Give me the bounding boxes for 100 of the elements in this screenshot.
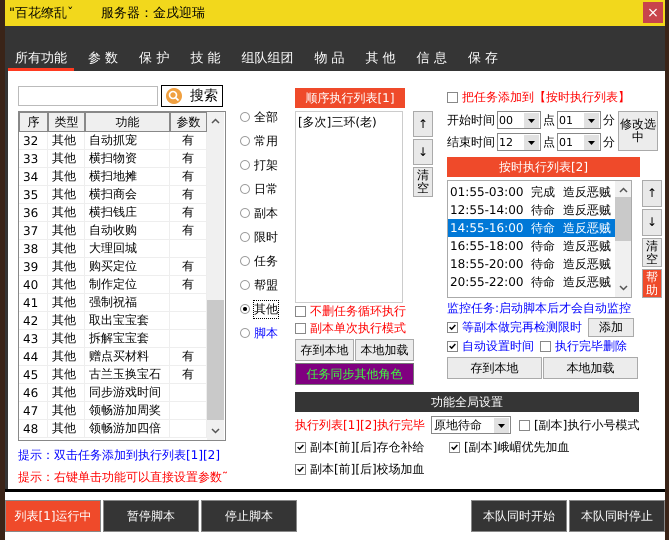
search-button[interactable]: 搜索	[161, 85, 223, 108]
table-cell: 强制祝福	[85, 294, 170, 312]
checkbox[interactable]	[295, 323, 306, 334]
tab[interactable]: 保 存	[460, 47, 505, 72]
radio-label[interactable]: 日常	[254, 180, 278, 198]
radio-button[interactable]	[240, 112, 250, 122]
radio-button[interactable]	[240, 256, 250, 266]
checkbox-label[interactable]: 执行完毕删除	[555, 338, 627, 356]
radio-label[interactable]: 全部	[254, 108, 278, 126]
table-cell: 自动抓宠	[85, 132, 170, 150]
tab[interactable]: 技 能	[183, 47, 228, 72]
checkbox-label[interactable]: 副本[前][后]存仓补给	[310, 438, 425, 456]
side-button[interactable]: ↑	[642, 180, 662, 208]
list-item[interactable]: 14:55-16:00 待命 造反恶贼	[448, 219, 615, 238]
tab[interactable]: 参 数	[81, 47, 126, 72]
close-button[interactable]: ×	[643, 2, 663, 24]
column-header[interactable]: 序	[19, 112, 48, 132]
checkbox[interactable]	[519, 420, 530, 431]
tab[interactable]: 其 他	[358, 47, 403, 72]
list-item[interactable]: 12:55-14:00 待命 造反恶贼	[448, 201, 615, 220]
checkbox[interactable]	[447, 341, 458, 352]
radio-button[interactable]	[240, 160, 250, 170]
script-button[interactable]: 停止脚本	[201, 500, 297, 532]
checkbox-label[interactable]: 把任务添加到【按时执行列表】	[462, 89, 630, 106]
modify-button[interactable]: 修改选中	[618, 111, 658, 152]
sync-button[interactable]: 任务同步其他角色	[295, 363, 414, 386]
hint-text: 提示：右键单击功能可以直接设置参数˜	[18, 469, 226, 486]
side-button[interactable]: 帮助	[642, 269, 662, 298]
checkbox-label[interactable]: [副本]执行小号模式	[534, 416, 640, 434]
checkbox-label[interactable]: [副本]峨嵋优先加血	[464, 438, 570, 456]
side-button[interactable]: 清空	[413, 167, 433, 198]
column-header[interactable]: 类型	[48, 112, 85, 132]
list-item[interactable]: [多次]三环(老)	[298, 114, 400, 132]
radio-button[interactable]	[240, 232, 250, 242]
table-cell: 其他	[48, 240, 85, 258]
radio-label[interactable]: 打架	[254, 156, 278, 174]
radio-button[interactable]	[240, 136, 250, 146]
radio-label[interactable]: 常用	[254, 132, 278, 150]
minute-select[interactable]: 01	[557, 133, 601, 152]
tab[interactable]: 组队组团	[234, 47, 300, 72]
table-cell: 购买定位	[85, 258, 170, 276]
radio-label[interactable]: 帮盟	[254, 276, 278, 294]
checkbox[interactable]	[295, 464, 306, 475]
action-button[interactable]: 存到本地	[447, 357, 542, 380]
script-button[interactable]: 暂停脚本	[103, 500, 199, 532]
side-button[interactable]: ↓	[642, 209, 662, 236]
hour-select[interactable]: 00	[497, 111, 541, 130]
team-button[interactable]: 本队同时开始	[471, 500, 567, 532]
radio-label[interactable]: 任务	[254, 252, 278, 270]
action-button[interactable]: 本地加载	[355, 339, 414, 362]
radio-button[interactable]	[240, 184, 250, 194]
checkbox[interactable]	[540, 341, 551, 352]
radio-button[interactable]	[240, 280, 250, 290]
checkbox[interactable]	[447, 92, 458, 104]
checkbox[interactable]	[449, 442, 460, 453]
column-header[interactable]: 功能	[85, 112, 170, 132]
list-item[interactable]: 01:55-03:00 完成 造反恶贼	[448, 183, 615, 202]
checkbox-label[interactable]: 自动设置时间	[462, 338, 534, 356]
radio-button[interactable]	[240, 208, 250, 218]
table-cell: 领畅游加周奖	[85, 402, 170, 420]
radio-label[interactable]: 副本	[254, 204, 278, 222]
radio-button[interactable]	[240, 304, 250, 314]
side-button[interactable]: ↑	[413, 111, 433, 138]
scrollbar[interactable]	[615, 181, 631, 298]
tab[interactable]: 信 息	[410, 47, 454, 72]
radio-label[interactable]: 脚本	[254, 324, 278, 342]
radio-label[interactable]: 限时	[254, 228, 278, 246]
list-header: 按时执行列表[2]	[447, 157, 640, 178]
action-button[interactable]: 存到本地	[295, 339, 354, 362]
column-header[interactable]: 参数	[170, 112, 207, 132]
team-button[interactable]: 本队同时停止	[569, 500, 665, 532]
finish-select[interactable]: 原地待命	[431, 416, 511, 434]
list-item[interactable]: 16:55-18:00 待命 造反恶贼	[448, 237, 615, 256]
checkbox-label[interactable]: 不删任务循环执行	[310, 303, 406, 320]
list-item[interactable]: 18:55-20:00 待命 造反恶贼	[448, 255, 615, 274]
tab[interactable]: 保 护	[132, 47, 176, 72]
side-button[interactable]: ↓	[413, 139, 433, 166]
table-cell: 45	[19, 366, 48, 384]
checkbox[interactable]	[295, 442, 306, 453]
scroll-up-icon	[211, 118, 220, 124]
checkbox[interactable]	[447, 322, 458, 334]
tab[interactable]: 物 品	[307, 47, 352, 72]
hour-select[interactable]: 12	[497, 133, 541, 152]
add-button[interactable]: 添加	[588, 318, 634, 338]
scroll-thumb[interactable]	[207, 300, 224, 420]
scrollbar[interactable]	[207, 112, 224, 440]
radio-button[interactable]	[240, 328, 250, 338]
action-button[interactable]: 本地加载	[543, 357, 638, 380]
list-item[interactable]: 20:55-22:00 待命 造反恶贼	[448, 273, 615, 292]
checkbox-label[interactable]: 副本单次执行模式	[310, 320, 406, 338]
script-button[interactable]: 列表[1]运行中	[5, 500, 101, 532]
checkbox-label[interactable]: 等副本做完再检测限时	[462, 319, 582, 336]
checkbox[interactable]	[295, 306, 306, 318]
minute-select[interactable]: 01	[557, 111, 601, 130]
scroll-thumb[interactable]	[615, 197, 631, 242]
checkbox-label[interactable]: 副本[前][后]校场加血	[310, 460, 425, 478]
radio-label[interactable]: 其他	[254, 300, 278, 318]
search-field[interactable]	[18, 86, 158, 106]
time-label: 开始时间	[447, 112, 495, 129]
side-button[interactable]: 清空	[642, 238, 662, 268]
